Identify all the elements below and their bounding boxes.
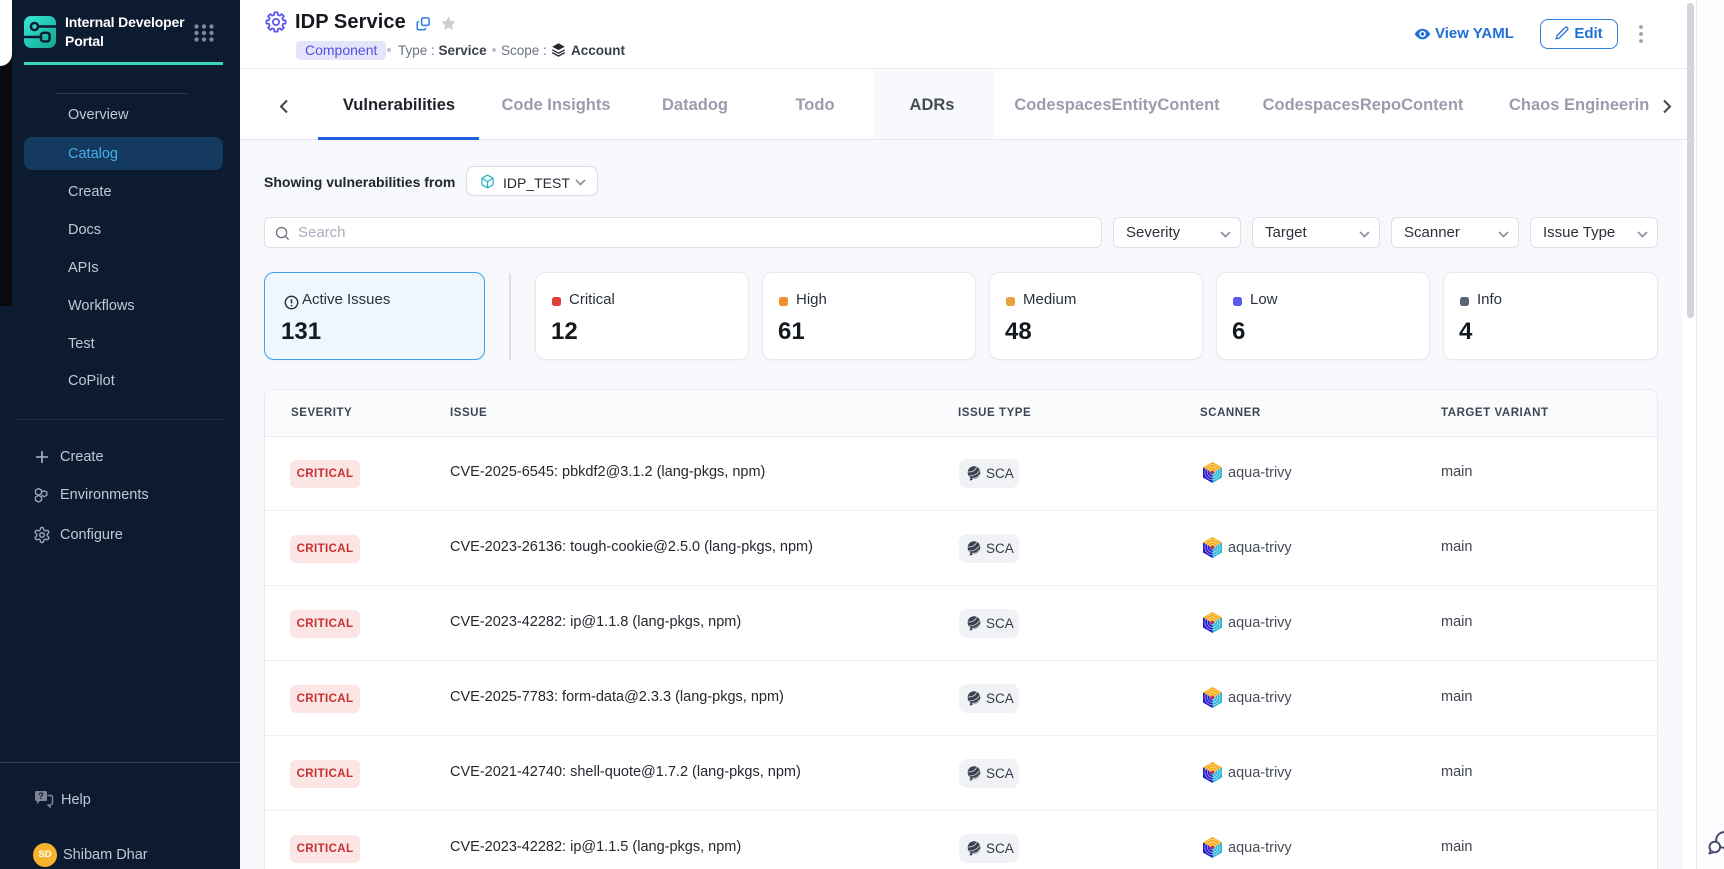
- svg-text:?: ?: [38, 791, 44, 801]
